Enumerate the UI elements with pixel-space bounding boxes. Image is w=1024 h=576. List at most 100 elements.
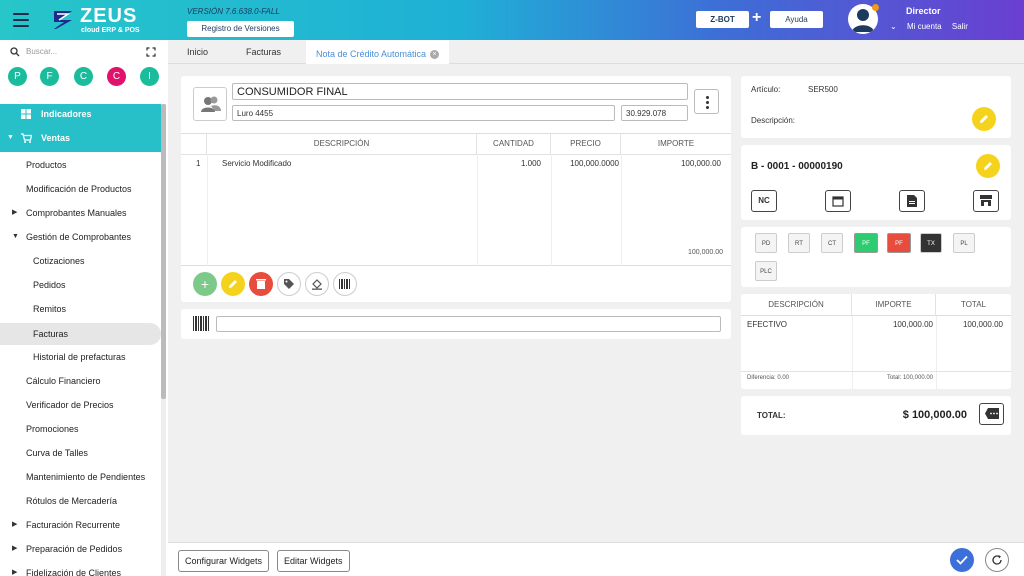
total-detail-button[interactable] — [979, 403, 1004, 425]
sidebar-item-fidelizacion-clientes[interactable]: ▶ Fidelización de Clientes — [0, 562, 161, 576]
client-address-field[interactable]: Luro 4455 — [232, 105, 615, 121]
confirm-button[interactable] — [950, 548, 974, 572]
account-link[interactable]: Mi cuenta — [907, 22, 942, 31]
sidebar-item-promociones[interactable]: Promociones — [0, 418, 161, 440]
sidebar-item-indicadores[interactable]: Indicadores — [0, 103, 161, 125]
payments-panel: DESCRIPCIÓN IMPORTE TOTAL EFECTIVO 100,0… — [741, 294, 1011, 389]
kebab-icon — [706, 96, 709, 99]
doc-button-pf-green[interactable]: PF — [854, 233, 878, 253]
total-panel: TOTAL: $ 100,000.00 — [741, 396, 1011, 435]
sidebar-item-curva-talles[interactable]: Curva de Talles — [0, 442, 161, 464]
logo-title: ZEUS — [80, 5, 138, 27]
doc-button-rt[interactable]: RT — [788, 233, 810, 253]
doc-button-ct[interactable]: CT — [821, 233, 843, 253]
sidebar-scrollbar-thumb[interactable] — [161, 104, 166, 399]
table-row[interactable]: 1 Servicio Modificado 1.000 100,000.0000… — [181, 156, 731, 172]
fill-button[interactable] — [305, 272, 329, 296]
logout-link[interactable]: Salir — [952, 22, 968, 31]
fullscreen-icon[interactable] — [146, 47, 156, 57]
doc-button-pd[interactable]: PD — [755, 233, 777, 253]
sidebar-item-verificador-precios[interactable]: Verificador de Precios — [0, 394, 161, 416]
store-button[interactable] — [973, 190, 999, 212]
doc-button-plc[interactable]: PLC — [755, 261, 777, 281]
chevron-down-icon[interactable]: ⌄ — [890, 22, 897, 31]
edit-document-button[interactable] — [976, 154, 1000, 178]
quick-button-c[interactable]: C — [74, 67, 93, 86]
barcode-icon — [193, 316, 209, 331]
doc-button-tx[interactable]: TX — [920, 233, 942, 253]
logo-subtitle: cloud ERP & POS — [81, 27, 140, 34]
document-type-button[interactable]: NC — [751, 190, 777, 212]
tab-facturas[interactable]: Facturas — [246, 40, 281, 64]
doc-button-pl[interactable]: PL — [953, 233, 975, 253]
top-bar: ZEUS cloud ERP & POS VERSIÓN 7.6.638.0-F… — [0, 0, 1024, 40]
user-name: Director — [906, 6, 941, 16]
more-options-button[interactable] — [694, 89, 719, 114]
users-icon — [201, 96, 221, 112]
edit-item-button[interactable] — [221, 272, 245, 296]
sidebar: Buscar... P F C C I Indicadores ▼ Ventas… — [0, 40, 168, 576]
paint-bucket-icon — [312, 279, 322, 290]
sidebar-search[interactable]: Buscar... — [8, 46, 158, 60]
refresh-button[interactable] — [985, 548, 1009, 572]
close-icon[interactable]: × — [430, 50, 440, 60]
sidebar-item-ventas[interactable]: ▼ Ventas — [0, 127, 161, 149]
sidebar-item-preparacion-pedidos[interactable]: ▶ Preparación de Pedidos — [0, 538, 161, 560]
client-doc-field[interactable]: 30.929.078 — [621, 105, 688, 121]
sidebar-item-historial-prefacturas[interactable]: Historial de prefacturas — [0, 346, 161, 368]
version-registry-button[interactable]: Registro de Versiones — [187, 21, 294, 37]
barcode-input[interactable] — [216, 316, 721, 332]
total-label: TOTAL: — [757, 411, 786, 420]
sidebar-item-pedidos[interactable]: Pedidos — [0, 274, 161, 296]
items-table: DESCRIPCIÓN CANTIDAD PRECIO IMPORTE 1 Se… — [181, 133, 731, 266]
tab-nota-credito[interactable]: Nota de Crédito Automática × — [306, 40, 450, 64]
caret-right-icon: ▶ — [12, 521, 18, 528]
delete-item-button[interactable] — [249, 272, 273, 296]
col-header-importe: IMPORTE — [657, 139, 695, 148]
search-icon — [10, 47, 20, 57]
configure-widgets-button[interactable]: Configurar Widgets — [178, 550, 270, 572]
tab-inicio[interactable]: Inicio — [187, 40, 208, 64]
sidebar-item-modificacion-productos[interactable]: Modificación de Productos — [0, 178, 161, 200]
barcode-button[interactable] — [333, 272, 357, 296]
col-header-total: TOTAL — [960, 300, 987, 309]
edit-article-button[interactable] — [972, 107, 996, 131]
caret-down-icon: ▼ — [12, 233, 19, 240]
barcode-icon — [339, 279, 350, 289]
document-details-button[interactable] — [899, 190, 925, 212]
barcode-panel — [181, 309, 731, 339]
article-label: Artículo: — [751, 85, 781, 94]
edit-widgets-button[interactable]: Editar Widgets — [277, 550, 350, 572]
client-name-field[interactable]: CONSUMIDOR FINAL — [232, 83, 688, 100]
check-icon — [956, 555, 968, 565]
sidebar-item-facturas[interactable]: Facturas — [0, 323, 161, 345]
zeus-logo-icon — [54, 11, 72, 29]
quick-button-i[interactable]: I — [140, 67, 159, 86]
sidebar-item-rotulos-mercaderia[interactable]: Rótulos de Mercadería — [0, 490, 161, 512]
sidebar-item-remitos[interactable]: Remitos — [0, 298, 161, 320]
help-button[interactable]: Ayuda — [770, 11, 823, 28]
quick-button-f[interactable]: F — [40, 67, 59, 86]
client-icon[interactable] — [193, 87, 227, 121]
quick-button-p[interactable]: P — [8, 67, 27, 86]
calendar-icon — [832, 196, 844, 207]
document-icon — [907, 195, 917, 207]
tag-icon — [284, 279, 294, 289]
sidebar-item-comprobantes-manuales[interactable]: ▶ Comprobantes Manuales — [0, 202, 161, 224]
discount-button[interactable] — [277, 272, 301, 296]
sidebar-item-facturacion-recurrente[interactable]: ▶ Facturación Recurrente — [0, 514, 161, 536]
sidebar-item-gestion-comprobantes[interactable]: ▼ Gestión de Comprobantes — [0, 226, 161, 248]
sidebar-item-cotizaciones[interactable]: Cotizaciones — [0, 250, 161, 272]
add-item-button[interactable]: + — [193, 272, 217, 296]
col-header-descripcion: DESCRIPCIÓN — [207, 134, 477, 154]
quick-button-c-alt[interactable]: C — [107, 67, 126, 86]
zbot-button[interactable]: Z-BOT — [696, 11, 749, 28]
search-input[interactable]: Buscar... — [26, 47, 57, 56]
date-button[interactable] — [825, 190, 851, 212]
table-row[interactable]: EFECTIVO 100,000.00 100,000.00 — [741, 318, 1011, 332]
sidebar-item-calculo-financiero[interactable]: Cálculo Financiero — [0, 370, 161, 392]
doc-button-pf-red[interactable]: PF — [887, 233, 911, 253]
sidebar-item-mantenimiento-pendientes[interactable]: Mantenimiento de Pendientes — [0, 466, 161, 488]
menu-icon[interactable] — [13, 13, 29, 27]
sidebar-item-productos[interactable]: Productos — [0, 154, 161, 176]
